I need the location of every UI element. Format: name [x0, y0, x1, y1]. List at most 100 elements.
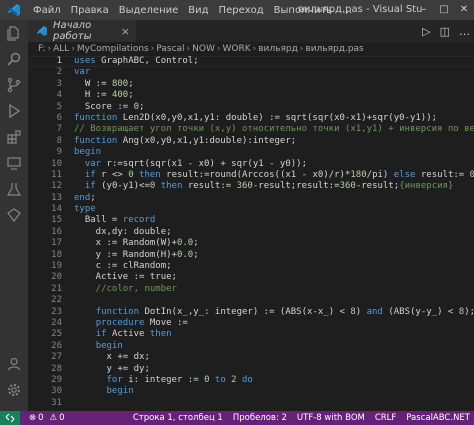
code-token: do: [242, 374, 253, 385]
editor-actions: ▷ ◫ …: [413, 20, 470, 42]
code-line: function Ang(x0,y0,x1,y1:double):integer…: [74, 136, 474, 147]
code-token: function: [74, 135, 118, 146]
account-icon[interactable]: [0, 351, 28, 377]
search-icon[interactable]: [0, 46, 28, 72]
line-number: 21: [51, 283, 62, 294]
remote-indicator-icon[interactable]: [0, 411, 20, 425]
code-line: begin: [74, 341, 474, 352]
line-number: 30: [51, 386, 62, 397]
code-line: //color, number: [74, 284, 474, 295]
line-number: 24: [51, 317, 62, 328]
vscode-logo-icon: [0, 0, 28, 20]
code-token: then: [160, 181, 183, 192]
menu-item[interactable]: Вид: [183, 5, 213, 16]
code-token: y := Random(H)+: [74, 249, 177, 260]
line-number-gutter: 1 2 3 4 5 6 7 8 9 10 11 12 13 14 15 16 17 18 19 20 21 22 23 24 2…: [28, 56, 62, 409]
code-token: (y0-y1)<=: [95, 181, 150, 192]
status-right: Строка 1, столбец 1 Пробелов: 2 UTF-8 wi…: [123, 411, 470, 425]
line-number: 11: [51, 169, 62, 180]
warnings-count[interactable]: 0: [59, 413, 64, 423]
code-token: Score :=: [74, 101, 134, 112]
breadcrumb-item[interactable]: MyCompilations: [77, 44, 149, 54]
encoding-status[interactable]: UTF-8 with BOM: [297, 413, 365, 423]
breadcrumb-item[interactable]: F:: [38, 44, 46, 54]
chevron-right-icon: ›: [252, 44, 257, 54]
remote-explorer-icon[interactable]: [0, 150, 28, 176]
code-line: if (y0-y1)<=0 then result:= 360-result;r…: [74, 181, 474, 192]
run-button[interactable]: ▷: [422, 25, 430, 38]
code-token: procedure: [95, 317, 145, 328]
eol-status[interactable]: CRLF: [375, 413, 396, 423]
code-token: /pi): [366, 169, 394, 180]
code-token: ): [355, 306, 367, 317]
line-number: 31: [51, 397, 62, 408]
title-bar: Файл Правка Выделение Вид Переход Выполнить… …: [0, 0, 474, 20]
code-token: x := Random(W)+: [74, 238, 177, 249]
activity-bar: [0, 20, 28, 411]
code-token: y += dy;: [74, 363, 150, 374]
code-content[interactable]: uses GraphABC, Control; var W := 800; H :…: [74, 56, 474, 409]
tab-welcome[interactable]: Начало работы ×: [28, 20, 136, 42]
code-token: c := clRandom;: [74, 261, 172, 272]
code-token: then: [139, 169, 161, 180]
code-token: x += dx;: [74, 352, 150, 363]
cursor-position[interactable]: Строка 1, столбец 1: [133, 413, 223, 423]
code-token: else: [393, 169, 416, 180]
line-number: 15: [51, 215, 62, 226]
chevron-right-icon: ›: [186, 44, 191, 54]
warnings-icon: ⚠: [49, 413, 58, 423]
menu-item[interactable]: Правка: [66, 5, 114, 16]
code-token: function: [74, 112, 118, 123]
line-number: 22: [51, 295, 62, 306]
code-token: (ABS(y-y_) <: [382, 306, 459, 317]
explorer-icon[interactable]: [0, 20, 28, 46]
errors-icon: ⊗: [29, 413, 37, 423]
code-editor[interactable]: 1 2 3 4 5 6 7 8 9 10 11 12 13 14 15 16 17 18 19 20 21 22 23 24 2…: [28, 56, 474, 411]
more-actions-button[interactable]: …: [459, 25, 470, 38]
code-token: -result;: [355, 181, 400, 192]
line-number: 28: [51, 363, 62, 374]
code-token: begin: [95, 340, 123, 351]
breadcrumb-item[interactable]: вильярд.pas: [305, 44, 363, 54]
language-mode[interactable]: PascalABC.NET: [406, 413, 470, 423]
menu-item[interactable]: Файл: [28, 5, 66, 16]
testing-icon[interactable]: [0, 176, 28, 202]
breadcrumb-item[interactable]: Pascal: [156, 44, 184, 54]
line-number: 17: [51, 238, 62, 249]
tab-close-button[interactable]: ×: [121, 25, 130, 38]
breadcrumb-item[interactable]: ALL: [53, 44, 69, 54]
indentation-status[interactable]: Пробелов: 2: [233, 413, 287, 423]
maximize-button[interactable]: □: [434, 0, 454, 20]
minimize-button[interactable]: –: [414, 0, 434, 20]
code-token: Ball =: [74, 215, 123, 226]
breadcrumb-item[interactable]: NOW: [192, 44, 215, 54]
code-token: 0.0: [176, 238, 194, 249]
code-line: begin: [74, 386, 474, 397]
code-line: type: [74, 204, 474, 215]
line-number: 18: [51, 249, 62, 260]
chevron-right-icon: ›: [47, 44, 52, 54]
breadcrumb-item[interactable]: WORK: [222, 44, 250, 54]
settings-gear-icon[interactable]: [0, 377, 28, 403]
line-number: 26: [51, 340, 62, 351]
source-control-icon[interactable]: [0, 72, 28, 98]
activity-bottom: [0, 351, 28, 403]
menu-item[interactable]: Переход: [214, 5, 269, 16]
vscode-tab-icon: [36, 26, 48, 36]
errors-count[interactable]: 0: [38, 413, 43, 423]
code-line: var: [74, 67, 474, 78]
breadcrumb-item[interactable]: вильярд: [258, 44, 298, 54]
code-token: ;: [139, 101, 145, 112]
chevron-right-icon: ›: [150, 44, 155, 54]
run-debug-icon[interactable]: [0, 98, 28, 124]
line-number: 29: [51, 374, 62, 385]
split-editor-button[interactable]: ◫: [440, 25, 450, 38]
extensions-icon[interactable]: [0, 124, 28, 150]
code-token: 180: [350, 169, 367, 180]
extension-view-icon[interactable]: [0, 202, 28, 228]
menu-item[interactable]: Выделение: [114, 5, 184, 16]
close-window-button[interactable]: ✕: [454, 0, 474, 20]
line-number: 13: [51, 192, 62, 203]
